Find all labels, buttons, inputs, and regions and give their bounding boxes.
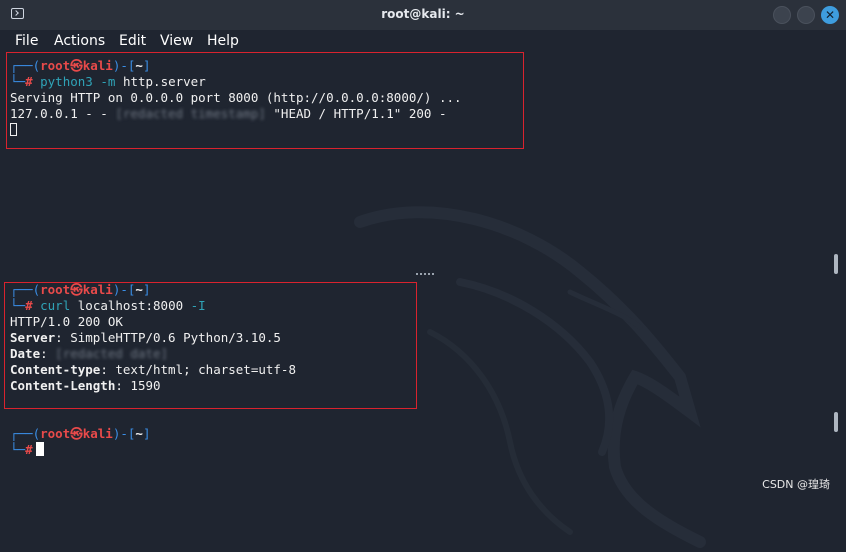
menu-bar: File Actions Edit View Help [0, 30, 846, 52]
scrollbar-thumb[interactable] [834, 412, 838, 432]
terminal-output[interactable]: ┌──(root㉿kali)-[~] └─# python3 -m http.s… [0, 52, 846, 548]
prompt-line: ┌──(root㉿kali)-[~] [10, 426, 151, 441]
split-handle[interactable] [416, 273, 434, 277]
prompt-line: ┌──(root㉿kali)-[~] [10, 282, 151, 297]
command-line: └─# python3 -m http.server [10, 74, 206, 89]
menu-help[interactable]: Help [207, 33, 239, 49]
header-content-type: Content-type: text/html; charset=utf-8 [10, 362, 296, 377]
command-line: └─# curl localhost:8000 -I [10, 298, 206, 313]
menu-actions[interactable]: Actions [54, 33, 105, 49]
cursor-line [10, 122, 17, 138]
redacted-timestamp: [redacted timestamp] [115, 106, 266, 121]
maximize-button[interactable] [797, 6, 815, 24]
http-status-line: HTTP/1.0 200 OK [10, 314, 123, 329]
watermark: CSDN @瑝琦 [762, 478, 830, 491]
header-server: Server: SimpleHTTP/0.6 Python/3.10.5 [10, 330, 281, 345]
server-output: Serving HTTP on 0.0.0.0 port 8000 (http:… [10, 90, 462, 105]
header-content-length: Content-Length: 1590 [10, 378, 161, 393]
access-log-line: 127.0.0.1 - - [redacted timestamp] "HEAD… [10, 106, 447, 121]
text-cursor [35, 442, 44, 456]
close-button[interactable]: ✕ [821, 6, 839, 24]
prompt-line: ┌──(root㉿kali)-[~] [10, 58, 151, 73]
text-cursor [10, 123, 17, 136]
scrollbar-thumb[interactable] [834, 254, 838, 274]
close-icon: ✕ [824, 8, 836, 22]
window-title: root@kali: ~ [381, 7, 465, 21]
menu-edit[interactable]: Edit [119, 33, 146, 49]
menu-view[interactable]: View [160, 33, 193, 49]
menu-file[interactable]: File [15, 33, 38, 49]
title-bar: root@kali: ~ ✕ [0, 0, 846, 31]
header-date: Date: [redacted date] [10, 346, 169, 361]
command-line[interactable]: └─# [10, 442, 44, 458]
minimize-button[interactable] [773, 6, 791, 24]
redacted-date: [redacted date] [55, 346, 169, 361]
